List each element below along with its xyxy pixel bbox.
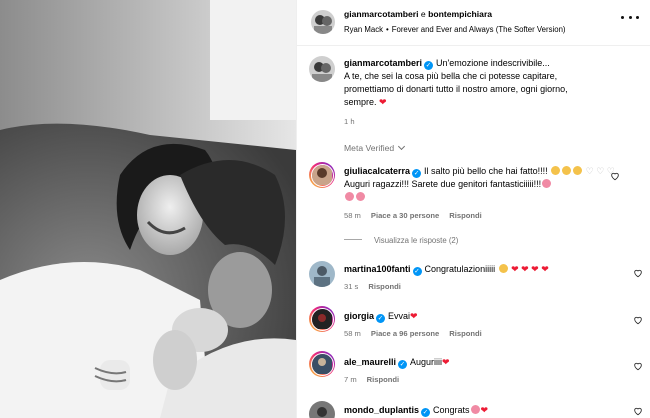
emoji-icon — [551, 166, 561, 175]
verified-icon: ✓ — [398, 360, 408, 369]
comment-avatar[interactable] — [309, 261, 335, 287]
comment-username[interactable]: martina100fanti — [344, 264, 411, 274]
heart-outline-icon[interactable] — [633, 361, 643, 371]
music-title: Forever and Ever and Always (The Softer … — [391, 25, 566, 34]
emoji-icon — [573, 166, 583, 175]
heart-emoji: ❤ — [442, 357, 450, 367]
post-photo-illustration — [0, 0, 296, 418]
verified-icon: ✓ — [412, 169, 422, 178]
comment-text: martina100fanti ✓ Congratulazioniiiii ❤ ❤ … — [344, 263, 624, 276]
comment-body: Evvai — [388, 311, 411, 321]
divider-line — [344, 239, 362, 240]
author-avatar-image — [311, 10, 335, 34]
comment-avatar[interactable] — [309, 351, 335, 377]
comment-meta: 31 s Rispondi — [344, 282, 411, 291]
meta-verified-label: Meta Verified — [344, 143, 395, 153]
comment-time[interactable]: 7 m — [344, 375, 357, 384]
comment-username[interactable]: giuliacalcaterra — [344, 166, 410, 176]
comment-avatar-image — [309, 261, 335, 287]
comment-text: mondo_duplantis ✓ Congrats ❤ — [344, 404, 624, 417]
post-header: gianmarcotamberi e bontempichiara Ryan M… — [297, 0, 650, 46]
verified-icon: ✓ — [412, 267, 422, 276]
caption-meta: 1 h — [344, 117, 365, 126]
verified-icon: ✓ — [421, 408, 430, 417]
reply-button[interactable]: Rispondi — [368, 282, 400, 291]
heart-outline-icon[interactable] — [610, 171, 620, 181]
reply-button[interactable]: Rispondi — [449, 329, 481, 338]
more-icon[interactable] — [621, 10, 639, 24]
author-username-1[interactable]: gianmarcotamberi — [344, 9, 419, 19]
comment-meta: 58 m Piace a 30 persone Rispondi — [344, 211, 492, 220]
music-separator: • — [386, 25, 389, 34]
verified-icon: ✓ — [424, 61, 434, 70]
comment-username[interactable]: ale_maurelli — [344, 357, 396, 367]
heart-emoji: ❤ — [480, 405, 489, 415]
caption-line-2: A te, che sei la cosa più bella che ci p… — [344, 71, 558, 81]
comment-text: giorgia ✓ Evvai❤ — [344, 310, 624, 323]
emoji-icon — [562, 166, 572, 175]
comment-time[interactable]: 31 s — [344, 282, 358, 291]
emoji-icon — [356, 192, 365, 201]
chevron-down-icon — [398, 142, 406, 151]
music-info[interactable]: Ryan Mack • Forever and Ever and Always (T… — [344, 25, 566, 34]
heart-outline-icon[interactable] — [633, 315, 643, 325]
comment-username[interactable]: mondo_duplantis — [344, 405, 419, 415]
emoji-icon — [470, 405, 480, 414]
emoji-icon — [345, 192, 354, 201]
caption-avatar-image — [309, 56, 335, 82]
comment-meta: 58 m Piace a 96 persone Rispondi — [344, 329, 492, 338]
view-replies-button[interactable]: Visualizza le risposte (2) — [344, 236, 458, 245]
reply-button[interactable]: Rispondi — [449, 211, 481, 220]
comment-body-b: Auguri ragazzi!!! Sarete due genitori fa… — [344, 179, 542, 189]
comment-avatar-image — [311, 308, 332, 329]
emoji-icon — [498, 264, 508, 273]
comment-avatar[interactable] — [309, 401, 335, 418]
comment-avatar[interactable] — [309, 306, 335, 332]
comment-body-a: Il salto più bello che hai fatto!!!! — [424, 166, 551, 176]
comment-body: Congrats — [433, 405, 470, 415]
author-avatar[interactable] — [311, 10, 335, 34]
comment-time[interactable]: 58 m — [344, 329, 361, 338]
caption-line-1: Un'emozione indescrivibile... — [436, 58, 550, 68]
comment-avatar-image — [311, 164, 332, 185]
music-artist: Ryan Mack — [344, 25, 383, 34]
heart-emojis: ❤ ❤ ❤ ❤ — [511, 264, 549, 274]
comment-avatar[interactable] — [309, 162, 335, 188]
verified-icon: ✓ — [376, 314, 386, 323]
author-names: gianmarcotamberi e bontempichiara — [344, 9, 492, 19]
reply-button[interactable]: Rispondi — [367, 375, 399, 384]
comment-body: Auguriiii — [410, 357, 443, 367]
post-details-panel: gianmarcotamberi e bontempichiara Ryan M… — [296, 0, 650, 418]
view-replies-label: Visualizza le risposte (2) — [374, 236, 459, 245]
comment-text: ale_maurelli ✓ Auguriiii❤ — [344, 356, 624, 369]
comment-avatar-image — [311, 353, 332, 374]
heart-outline-icon[interactable] — [633, 268, 643, 278]
comment-body: Congratulazioniiiii — [424, 264, 498, 274]
caption-username[interactable]: gianmarcotamberi — [344, 58, 422, 68]
post-photo — [0, 0, 296, 418]
heart-emoji: ❤ — [410, 311, 418, 321]
emoji-icon — [542, 179, 552, 188]
comment-username[interactable]: giorgia — [344, 311, 374, 321]
caption-text: gianmarcotamberi ✓ Un'emozione indescrivib… — [344, 57, 644, 109]
comment-likes[interactable]: Piace a 96 persone — [371, 329, 439, 338]
caption-time[interactable]: 1 h — [344, 117, 355, 126]
author-username-2[interactable]: bontempichiara — [428, 9, 492, 19]
meta-verified-toggle[interactable]: Meta Verified — [344, 142, 406, 153]
caption-line-3: promettiamo di donarti tutto il nostro a… — [344, 84, 568, 94]
comment-avatar-image — [309, 401, 335, 418]
comment-meta: 7 m Rispondi — [344, 375, 409, 384]
comment-likes[interactable]: Piace a 30 persone — [371, 211, 439, 220]
caption-avatar[interactable] — [309, 56, 335, 82]
caption-line-4: sempre. — [344, 97, 380, 107]
comment-time[interactable]: 58 m — [344, 211, 361, 220]
author-conjunction: e — [418, 9, 429, 19]
comment-text: giuliacalcaterra ✓ Il salto più bello che … — [344, 165, 624, 204]
heart-outline-icon[interactable] — [633, 406, 643, 416]
heart-emoji: ❤ — [379, 97, 387, 107]
